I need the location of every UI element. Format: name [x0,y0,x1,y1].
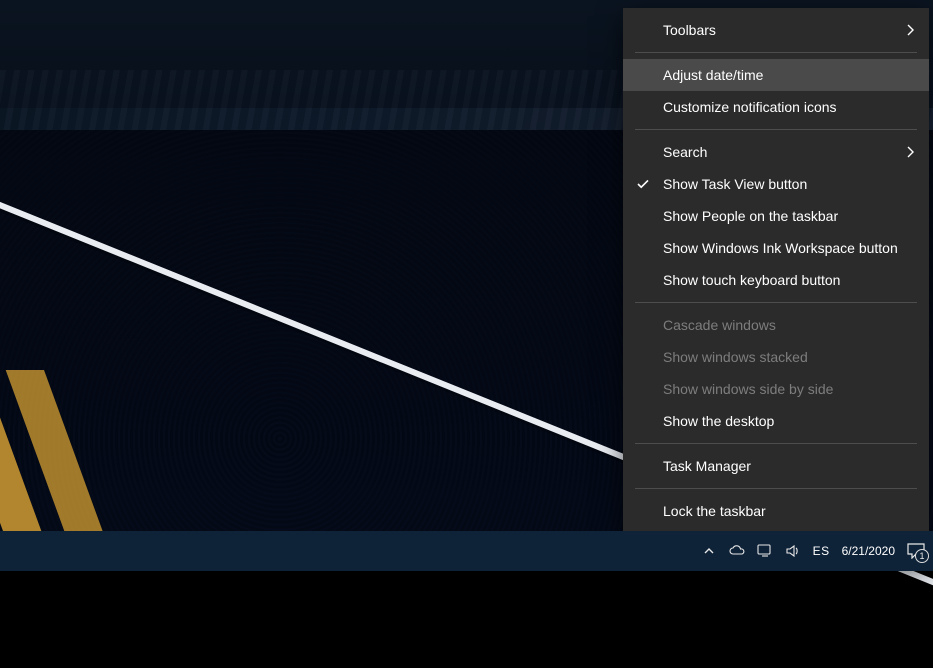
menu-item-label: Customize notification icons [663,99,837,115]
menu-item-label: Lock the taskbar [663,503,766,519]
taskbar-date[interactable]: 6/21/2020 [842,544,895,558]
system-tray: ES 6/21/2020 1 [701,543,925,559]
menu-item-adjust-datetime[interactable]: Adjust date/time [623,59,929,91]
menu-item-cascade-windows: Cascade windows [623,309,929,341]
menu-item-label: Show Task View button [663,176,807,192]
menu-item-toolbars[interactable]: Toolbars [623,14,929,46]
chevron-right-icon [907,146,915,158]
action-center-icon[interactable]: 1 [907,543,925,559]
menu-item-customize-notification-icons[interactable]: Customize notification icons [623,91,929,123]
menu-item-show-touch-keyboard[interactable]: Show touch keyboard button [623,264,929,296]
menu-item-show-windows-stacked: Show windows stacked [623,341,929,373]
menu-separator [635,443,917,444]
menu-separator [635,52,917,53]
network-icon[interactable] [757,544,773,558]
menu-item-search[interactable]: Search [623,136,929,168]
menu-item-task-manager[interactable]: Task Manager [623,450,929,482]
menu-item-label: Task Manager [663,458,751,474]
menu-item-lock-taskbar[interactable]: Lock the taskbar [623,495,929,527]
menu-item-label: Show People on the taskbar [663,208,838,224]
menu-item-show-people[interactable]: Show People on the taskbar [623,200,929,232]
language-indicator[interactable]: ES [813,544,830,558]
notification-badge: 1 [915,549,929,563]
menu-item-label: Adjust date/time [663,67,763,83]
menu-separator [635,488,917,489]
menu-item-show-task-view[interactable]: Show Task View button [623,168,929,200]
volume-icon[interactable] [785,544,801,558]
taskbar[interactable]: ES 6/21/2020 1 [0,531,933,571]
menu-item-label: Toolbars [663,22,716,38]
chevron-right-icon [907,24,915,36]
menu-item-show-ink-workspace[interactable]: Show Windows Ink Workspace button [623,232,929,264]
tray-chevron-up-icon[interactable] [701,545,717,557]
onedrive-icon[interactable] [729,545,745,557]
menu-item-label: Show touch keyboard button [663,272,840,288]
menu-item-show-windows-side-by-side: Show windows side by side [623,373,929,405]
menu-item-label: Show windows stacked [663,349,808,365]
menu-item-label: Show Windows Ink Workspace button [663,240,898,256]
menu-item-label: Search [663,144,707,160]
menu-separator [635,302,917,303]
menu-item-label: Show the desktop [663,413,774,429]
taskbar-context-menu: Toolbars Adjust date/time Customize noti… [623,8,929,565]
menu-separator [635,129,917,130]
menu-item-label: Cascade windows [663,317,776,333]
menu-item-show-desktop[interactable]: Show the desktop [623,405,929,437]
checkmark-icon [635,176,651,192]
menu-item-label: Show windows side by side [663,381,833,397]
